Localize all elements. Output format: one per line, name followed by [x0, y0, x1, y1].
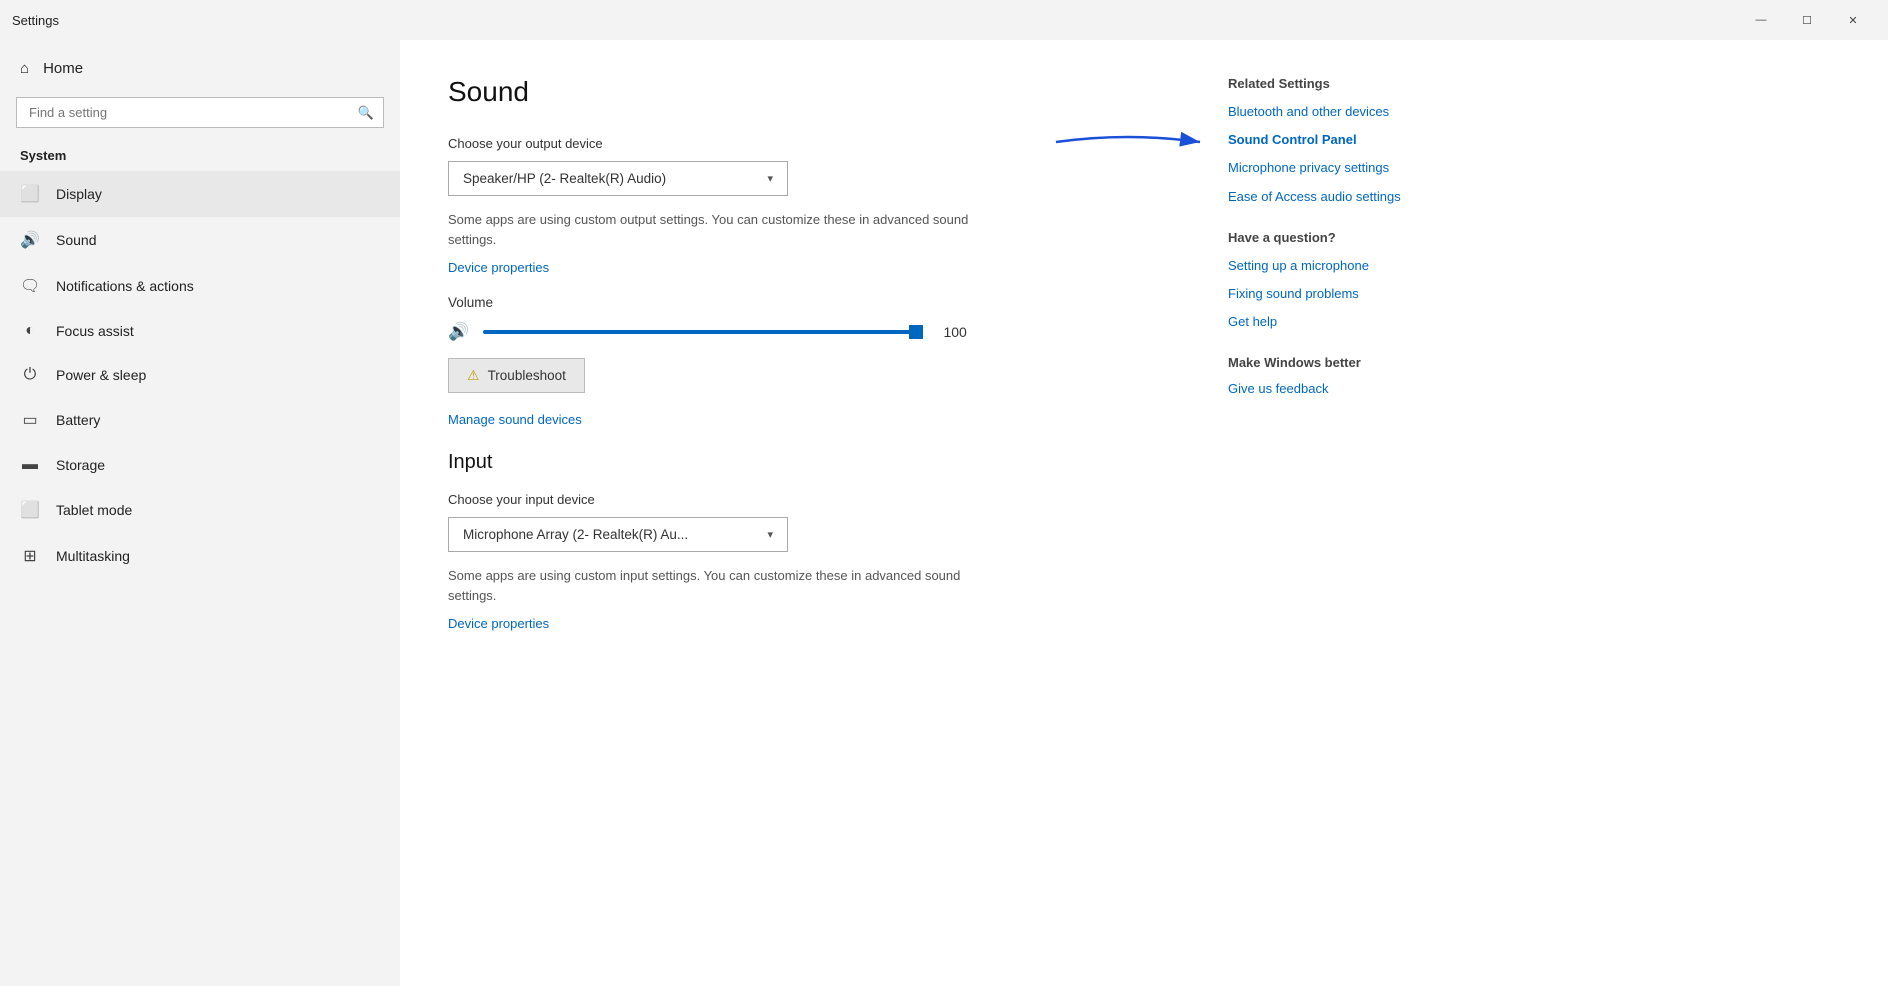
sidebar-item-sound-label: Sound [56, 232, 380, 248]
manage-sound-link[interactable]: Manage sound devices [448, 412, 582, 427]
sidebar-item-battery-label: Battery [56, 412, 380, 428]
page-title: Sound [448, 76, 1208, 108]
sidebar: ⌂ Home 🔍 System ⬜ Display 🔊 Sound 🗨 Noti… [0, 40, 400, 986]
related-link-microphone[interactable]: Microphone privacy settings [1228, 159, 1488, 177]
focus-icon: ◐ [20, 322, 40, 340]
make-better-title: Make Windows better [1228, 355, 1488, 370]
notifications-icon: 🗨 [20, 276, 40, 296]
sound-control-panel-row: Sound Control Panel [1228, 131, 1488, 149]
qa-title: Have a question? [1228, 230, 1488, 245]
window-title: Settings [12, 13, 59, 28]
input-device-dropdown[interactable]: Microphone Array (2- Realtek(R) Au... ▾ [448, 517, 788, 552]
input-section-title: Input [448, 451, 1208, 474]
home-icon: ⌂ [20, 60, 29, 77]
storage-icon: ▬ [20, 456, 40, 474]
minimize-button[interactable]: — [1738, 4, 1784, 36]
content-main: Sound Choose your output device Speaker/… [448, 76, 1208, 950]
output-info-text: Some apps are using custom output settin… [448, 210, 998, 249]
related-settings-title: Related Settings [1228, 76, 1488, 91]
sidebar-item-display-label: Display [56, 186, 380, 202]
sidebar-item-notifications[interactable]: 🗨 Notifications & actions [0, 263, 400, 309]
volume-track [483, 330, 923, 334]
tablet-icon: ⬜ [20, 500, 40, 520]
content-area: Sound Choose your output device Speaker/… [400, 40, 1888, 986]
sidebar-item-storage-label: Storage [56, 457, 380, 473]
sidebar-item-focus[interactable]: ◐ Focus assist [0, 309, 400, 353]
sidebar-home-label: Home [43, 60, 83, 77]
warning-icon: ⚠ [467, 367, 480, 384]
input-device-properties-link[interactable]: Device properties [448, 616, 549, 631]
input-device-value: Microphone Array (2- Realtek(R) Au... [463, 527, 688, 542]
sidebar-item-multitasking-label: Multitasking [56, 548, 380, 564]
related-link-get-help[interactable]: Get help [1228, 313, 1488, 331]
volume-slider[interactable] [483, 322, 923, 342]
maximize-button[interactable]: ☐ [1784, 4, 1830, 36]
close-button[interactable]: ✕ [1830, 4, 1876, 36]
sidebar-item-tablet[interactable]: ⬜ Tablet mode [0, 487, 400, 533]
related-link-setup-mic[interactable]: Setting up a microphone [1228, 257, 1488, 275]
volume-label: Volume [448, 295, 1208, 310]
sidebar-search-container: 🔍 [16, 97, 384, 128]
sidebar-item-battery[interactable]: ▭ Battery [0, 397, 400, 443]
output-device-value: Speaker/HP (2- Realtek(R) Audio) [463, 171, 666, 186]
related-link-ease[interactable]: Ease of Access audio settings [1228, 188, 1488, 206]
troubleshoot-button[interactable]: ⚠ Troubleshoot [448, 358, 585, 393]
battery-icon: ▭ [20, 410, 40, 430]
title-bar: Settings — ☐ ✕ [0, 0, 1888, 40]
sidebar-item-home[interactable]: ⌂ Home [0, 48, 400, 89]
related-link-sound-control-panel[interactable]: Sound Control Panel [1228, 131, 1488, 149]
sound-icon: 🔊 [20, 230, 40, 250]
dropdown-arrow-icon: ▾ [767, 172, 773, 185]
volume-row: 🔊 100 [448, 322, 1208, 342]
window-controls: — ☐ ✕ [1738, 4, 1876, 36]
sidebar-item-tablet-label: Tablet mode [56, 502, 380, 518]
sidebar-item-multitasking[interactable]: ⊞ Multitasking [0, 533, 400, 579]
volume-speaker-icon: 🔊 [448, 322, 469, 342]
device-properties-link[interactable]: Device properties [448, 260, 549, 275]
input-dropdown-arrow-icon: ▾ [767, 528, 773, 541]
sidebar-item-storage[interactable]: ▬ Storage [0, 443, 400, 487]
output-device-dropdown[interactable]: Speaker/HP (2- Realtek(R) Audio) ▾ [448, 161, 788, 196]
multitasking-icon: ⊞ [20, 546, 40, 566]
sidebar-item-notifications-label: Notifications & actions [56, 278, 380, 294]
blue-arrow-annotation [1048, 127, 1208, 157]
power-icon: ⏻ [20, 366, 40, 384]
input-device-label: Choose your input device [448, 492, 1208, 507]
sidebar-section-label: System [0, 144, 400, 171]
troubleshoot-label: Troubleshoot [488, 368, 566, 383]
search-icon: 🔍 [358, 105, 374, 121]
volume-thumb [909, 325, 923, 339]
sidebar-item-focus-label: Focus assist [56, 323, 380, 339]
input-info-text: Some apps are using custom input setting… [448, 566, 998, 605]
sidebar-item-display[interactable]: ⬜ Display [0, 171, 400, 217]
sidebar-item-sound[interactable]: 🔊 Sound [0, 217, 400, 263]
volume-value: 100 [937, 324, 973, 340]
related-link-feedback[interactable]: Give us feedback [1228, 380, 1488, 398]
content-sidebar: Related Settings Bluetooth and other dev… [1208, 76, 1488, 950]
related-link-bluetooth[interactable]: Bluetooth and other devices [1228, 103, 1488, 121]
sidebar-item-power[interactable]: ⏻ Power & sleep [0, 353, 400, 397]
app-body: ⌂ Home 🔍 System ⬜ Display 🔊 Sound 🗨 Noti… [0, 40, 1888, 986]
sidebar-item-power-label: Power & sleep [56, 367, 380, 383]
related-link-fix-sound[interactable]: Fixing sound problems [1228, 285, 1488, 303]
display-icon: ⬜ [20, 184, 40, 204]
search-input[interactable] [16, 97, 384, 128]
